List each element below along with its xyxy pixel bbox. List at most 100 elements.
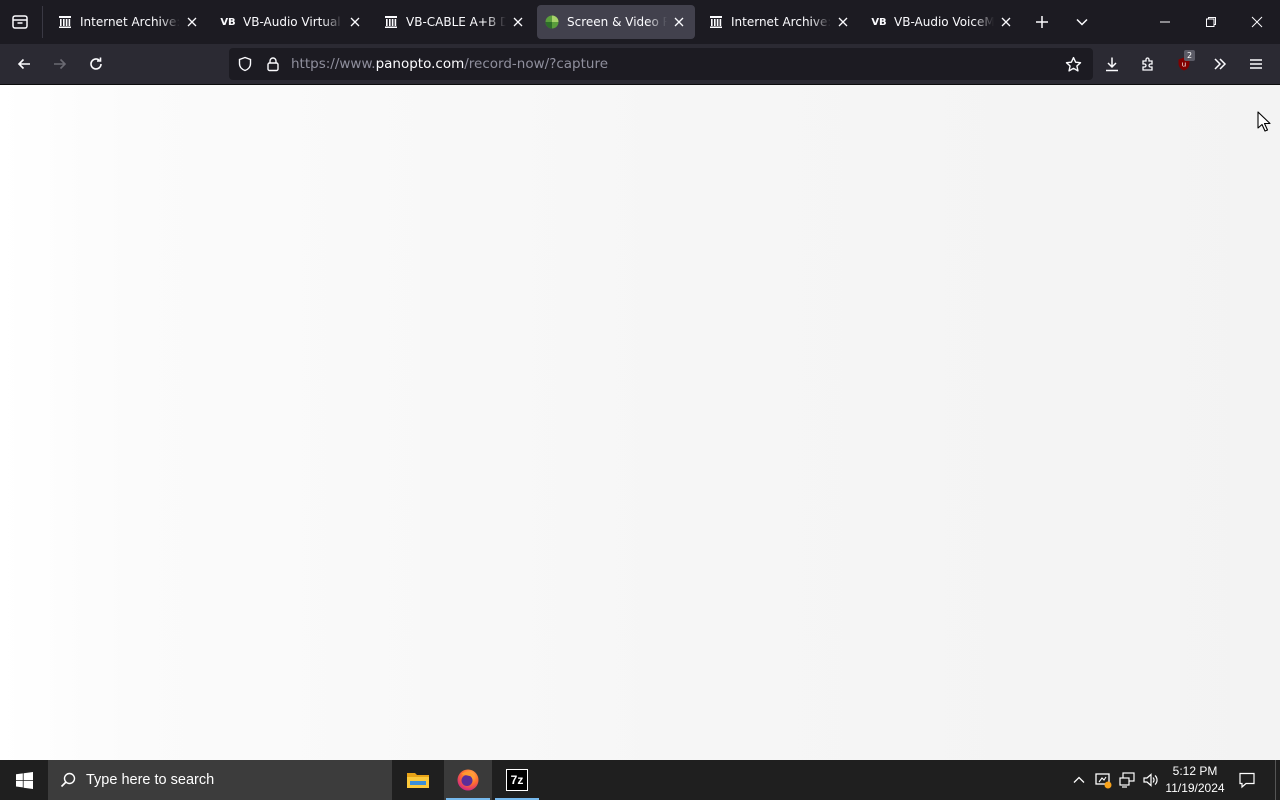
tray-network-button[interactable] <box>1116 760 1138 800</box>
address-bar[interactable]: https://www.panopto.com/record-now/?capt… <box>229 48 1093 80</box>
close-tab-button[interactable] <box>671 14 687 30</box>
show-hidden-icons-button[interactable] <box>1068 760 1090 800</box>
taskbar-7zip[interactable]: 7z <box>493 760 541 800</box>
start-button[interactable] <box>0 760 48 800</box>
plus-icon <box>1036 16 1048 28</box>
reload-icon <box>90 57 102 70</box>
tab-bar: Internet Archive: Vir VB VB-Audio Virtual … <box>0 0 1280 44</box>
notification-icon <box>1239 772 1255 789</box>
arrow-right-icon <box>54 58 67 70</box>
list-all-tabs-button[interactable] <box>1068 8 1096 36</box>
clock-date: 11/19/2024 <box>1165 781 1225 795</box>
navigation-toolbar: https://www.panopto.com/record-now/?capt… <box>0 44 1280 85</box>
clock-time: 5:12 PM <box>1172 764 1218 778</box>
browser-tab[interactable]: Internet Archive: Vir <box>50 5 208 39</box>
bookmark-star-button[interactable] <box>1061 54 1085 74</box>
close-tab-button[interactable] <box>835 14 851 30</box>
archive-icon <box>709 15 723 29</box>
back-button[interactable] <box>8 48 40 80</box>
firefox-icon <box>457 769 479 791</box>
download-icon <box>1106 57 1118 72</box>
taskbar-file-explorer[interactable] <box>394 760 442 800</box>
tray-volume-button[interactable] <box>1140 760 1162 800</box>
vb-icon: VB <box>220 16 236 28</box>
taskbar-firefox[interactable] <box>444 760 492 800</box>
puzzle-icon <box>1142 57 1153 71</box>
close-tab-button[interactable] <box>998 14 1014 30</box>
panopto-icon <box>545 15 559 29</box>
new-tab-button[interactable] <box>1028 8 1056 36</box>
forward-button[interactable] <box>44 48 76 80</box>
browser-tab[interactable]: VB VB-Audio Virtual Ap <box>213 5 371 39</box>
7zip-icon: 7z <box>506 769 528 791</box>
search-icon <box>60 772 76 788</box>
close-icon <box>187 17 197 27</box>
7zip-label: 7z <box>507 770 527 790</box>
windows-logo-icon <box>15 771 33 789</box>
downloads-button[interactable] <box>1096 48 1128 80</box>
windows-security-icon <box>1095 773 1112 789</box>
tab-title: VB-CABLE A+B Driv <box>406 15 506 29</box>
arrow-left-icon <box>17 58 30 70</box>
vb-icon: VB <box>871 16 887 28</box>
taskbar-clock[interactable]: 5:12 PM 11/19/2024 <box>1162 763 1228 797</box>
browser-tab[interactable]: Internet Archive: Vir <box>701 5 859 39</box>
app-menu-button[interactable] <box>1240 48 1272 80</box>
svg-text:u: u <box>1182 61 1186 69</box>
url-text[interactable]: https://www.panopto.com/record-now/?capt… <box>291 56 608 72</box>
search-placeholder: Type here to search <box>86 772 215 788</box>
star-icon <box>1065 56 1081 72</box>
close-icon <box>350 17 360 27</box>
page-content <box>0 85 1280 760</box>
close-tab-button[interactable] <box>510 14 526 30</box>
firefox-view-button[interactable] <box>6 7 34 37</box>
chevron-down-icon <box>1076 18 1088 26</box>
url-path: /record-now/?capture <box>464 56 609 72</box>
reload-button[interactable] <box>80 48 112 80</box>
volume-icon <box>1143 773 1158 787</box>
tab-title: VB-Audio Virtual Ap <box>243 15 343 29</box>
close-icon <box>674 17 684 27</box>
lock-icon[interactable] <box>263 56 283 72</box>
double-chevron-right-icon <box>1214 58 1227 70</box>
show-desktop-button[interactable] <box>1275 760 1280 800</box>
tray-security-button[interactable] <box>1092 760 1114 800</box>
close-icon <box>1001 17 1011 27</box>
restore-icon <box>1206 17 1216 27</box>
tab-title: VB-Audio VoiceMe <box>894 15 994 29</box>
tab-separator <box>42 6 43 38</box>
minimize-button[interactable] <box>1142 0 1188 44</box>
firefox-view-icon <box>12 15 28 29</box>
browser-tab[interactable]: VB-CABLE A+B Driv <box>376 5 534 39</box>
close-icon <box>513 17 523 27</box>
restore-button[interactable] <box>1188 0 1234 44</box>
network-icon <box>1119 772 1135 788</box>
action-center-button[interactable] <box>1232 760 1262 800</box>
ublock-extension-button[interactable]: u 2 <box>1168 48 1200 80</box>
close-icon <box>838 17 848 27</box>
close-window-button[interactable] <box>1234 0 1280 44</box>
taskbar-search-box[interactable]: Type here to search <box>48 760 392 800</box>
url-prefix: https://www. <box>291 56 376 72</box>
url-host: panopto.com <box>375 56 465 72</box>
tab-title: Internet Archive: Vir <box>731 15 831 29</box>
hamburger-menu-icon <box>1250 59 1262 69</box>
tracking-protection-icon[interactable] <box>235 56 255 72</box>
windows-taskbar: Type here to search 7z 5:12 PM 11/19/202… <box>0 760 1280 800</box>
tab-title: Internet Archive: Vir <box>80 15 180 29</box>
chevron-up-icon <box>1073 776 1085 783</box>
file-explorer-icon <box>407 773 429 788</box>
tab-title: Screen & Video Rec <box>567 15 667 29</box>
archive-icon <box>384 15 398 29</box>
browser-tab[interactable]: Screen & Video Rec <box>537 5 695 39</box>
close-icon <box>1251 16 1263 28</box>
close-tab-button[interactable] <box>347 14 363 30</box>
browser-tab[interactable]: VB VB-Audio VoiceMe <box>864 5 1022 39</box>
more-tools-button[interactable] <box>1204 48 1236 80</box>
extensions-button[interactable] <box>1132 48 1164 80</box>
mouse-cursor-icon <box>1257 111 1271 132</box>
archive-icon <box>58 15 72 29</box>
close-tab-button[interactable] <box>184 14 200 30</box>
extension-badge: 2 <box>1184 50 1195 61</box>
minimize-icon <box>1160 21 1170 23</box>
